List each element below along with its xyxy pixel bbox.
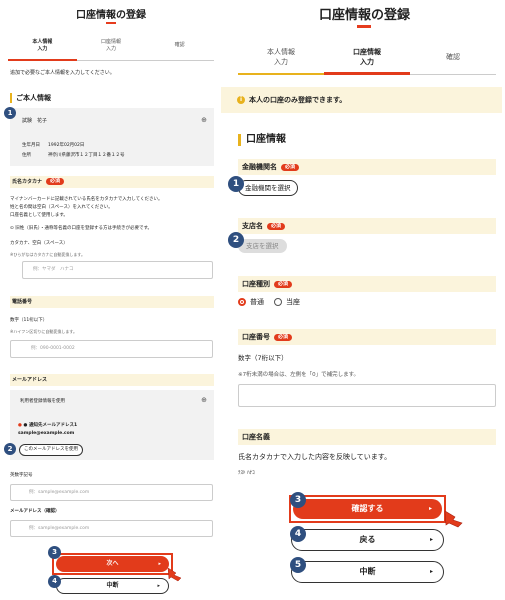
radio-current[interactable] [274, 298, 282, 306]
pointer-hand-icon [444, 510, 463, 528]
account-type-options: 普通 当座 [238, 297, 300, 307]
kana-header: 氏名カタカナ 必須 [10, 176, 214, 188]
confirm-mail-input[interactable]: 例：sample@example.com [10, 520, 213, 537]
expand-icon[interactable]: ⊕ [201, 116, 207, 124]
marker-4: 4 [290, 526, 306, 542]
kana-subnote: ※ひらがなはカタカナに自動変換します。 [10, 252, 85, 257]
person-name: 試験 花子 [22, 118, 48, 124]
tab-personal-info: 本人情報 入力 [238, 47, 324, 75]
radio-current-label: 当座 [286, 298, 300, 306]
bank-header: 金融機関名 必須 [238, 159, 496, 175]
select-bank-button[interactable]: 金融機関を選択 [238, 180, 298, 196]
select-branch-button[interactable]: 支店を選択 [238, 239, 287, 253]
branch-header: 支店名 必須 [238, 218, 496, 234]
title-accent [106, 22, 116, 24]
number-sublabel: 数字（7桁以下） [238, 354, 288, 362]
dob-value: 1992年02月02日 [48, 143, 85, 148]
use-registered-label: 利用者登録情報を使用 [20, 399, 65, 404]
holder-value: ﾃｽﾄ ﾊﾅｺ [238, 470, 255, 476]
page-title: 口座情報の登録 [76, 10, 146, 21]
alt-mail-input[interactable]: 例：sample@example.com [10, 484, 213, 501]
info-icon: i [237, 96, 245, 104]
addr-label: 住所 [22, 153, 31, 158]
holder-desc: 氏名カタカナで入力した内容を反映しています。 [238, 453, 392, 461]
marker-4: 4 [48, 575, 61, 588]
cancel-button[interactable]: 中断 ▸ [291, 561, 444, 583]
radio-ordinary-label: 普通 [250, 298, 264, 306]
step-tabs: 本人情報 入力 口座情報 入力 確認 [238, 47, 496, 75]
use-email-button[interactable]: このメールアドレスを使用 [19, 444, 83, 456]
page-title: 口座情報の登録 [318, 8, 410, 23]
kana-sublabel: カタカナ、空白（スペース） [10, 241, 68, 246]
dob-label: 生年月日 [22, 143, 40, 148]
kana-note[interactable]: ⊙ 旧姓（旧氏）・通称等名義の口座を登録する方は手続きが必要です。 [10, 225, 152, 231]
phone-subnote: ※ハイフン区切りに自動変換します。 [10, 329, 77, 334]
account-type-header: 口座種別 必須 [238, 276, 496, 292]
notice-banner: i 本人の口座のみ登録できます。 [221, 87, 502, 113]
tab-personal-info: 本人情報 入力 [8, 38, 77, 61]
phone-input[interactable]: 例：090-0001-0002 [10, 340, 213, 358]
confirm-mail-label: メールアドレス（確認） [10, 509, 60, 514]
tab-confirm: 確認 [145, 38, 215, 61]
intro-text: 追加で必要なご本人情報を入力してください。 [10, 70, 115, 76]
back-button[interactable]: 戻る ▸ [291, 529, 444, 551]
mail-header: メールアドレス [10, 374, 214, 386]
marker-2: 2 [4, 443, 16, 455]
notify-value: sample@example.com [18, 431, 75, 436]
kana-input[interactable]: 例：ヤマダ ハナコ [22, 261, 213, 279]
next-button[interactable]: 次へ ▸ [56, 556, 169, 572]
tab-confirm: 確認 [410, 47, 496, 75]
account-number-header: 口座番号 必須 [238, 329, 496, 345]
marker-2: 2 [228, 232, 244, 248]
title-accent [357, 25, 371, 28]
person-info-box: 試験 花子 ⊕ 生年月日 1992年02月02日 住所 神奈川県藤沢市１２丁目１… [10, 108, 214, 166]
account-number-input[interactable] [238, 384, 496, 407]
phone-header: 電話番号 [10, 296, 214, 308]
marker-3: 3 [290, 492, 306, 508]
pointer-hand-icon [167, 567, 182, 582]
notify-label: ● ● 通知先メールアドレス1 [18, 423, 78, 428]
step-tabs: 本人情報 入力 口座情報 入力 確認 [8, 38, 215, 61]
expand-icon[interactable]: ⊕ [201, 396, 207, 404]
kana-desc: マイナンバーカードに記載されている氏名をカタカナで入力してください。 姓と名の間… [10, 197, 163, 218]
alt-mail-label: 英数字記号 [10, 473, 33, 478]
radio-ordinary[interactable] [238, 298, 246, 306]
tab-account-info: 口座情報 入力 [76, 38, 146, 61]
cancel-button[interactable]: 中断 ▸ [56, 578, 169, 594]
number-subnote: ※7桁未満の場合は、左側を「0」で補完します。 [238, 372, 360, 378]
marker-1: 1 [4, 107, 16, 119]
confirm-button[interactable]: 確認する ▸ [293, 499, 442, 519]
phone-sublabel: 数字（11桁以下） [10, 318, 48, 323]
marker-1: 1 [228, 176, 244, 192]
section-title: ご本人情報 [10, 93, 51, 103]
section-title: 口座情報 [238, 134, 286, 146]
mail-box: 利用者登録情報を使用 ⊕ ● ● 通知先メールアドレス1 sample@exam… [10, 390, 214, 460]
tab-account-info: 口座情報 入力 [324, 47, 410, 75]
addr-value: 神奈川県藤沢市１２丁目１２番１２号 [48, 153, 125, 158]
marker-5: 5 [290, 557, 306, 573]
marker-3: 3 [48, 546, 61, 559]
holder-header: 口座名義 [238, 429, 496, 445]
